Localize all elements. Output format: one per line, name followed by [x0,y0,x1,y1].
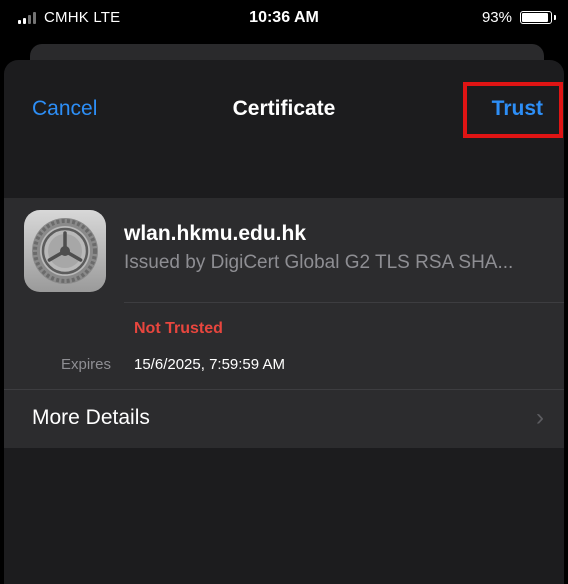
more-details-label: More Details [32,406,150,429]
certificate-name: wlan.hkmu.edu.hk [124,222,307,245]
phone-screen: CMHK LTE 10:36 AM 93% Cancel Certificate… [0,0,568,584]
certificate-card: wlan.hkmu.edu.hk Issued by DigiCert Glob… [4,198,564,448]
trust-status: Not Trusted [134,320,223,337]
expires-label: Expires [61,356,112,373]
certificate-issuer: Issued by DigiCert Global G2 TLS RSA SHA… [124,252,514,273]
chevron-right-icon: › [536,404,544,431]
battery-percentage: 93% [481,9,512,26]
gear-certificate-icon [24,210,106,292]
navigation-bar: Cancel Certificate Trust [4,60,564,160]
status-bar: CMHK LTE 10:36 AM 93% [0,0,568,36]
battery-icon [520,11,556,24]
trust-highlight-box [463,82,563,138]
divider [124,302,564,303]
expires-value: 15/6/2025, 7:59:59 AM [134,356,285,373]
certificate-sheet: Cancel Certificate Trust wlan.hkmu.edu.h… [4,60,564,584]
more-details-row[interactable]: More Details › [4,390,564,448]
